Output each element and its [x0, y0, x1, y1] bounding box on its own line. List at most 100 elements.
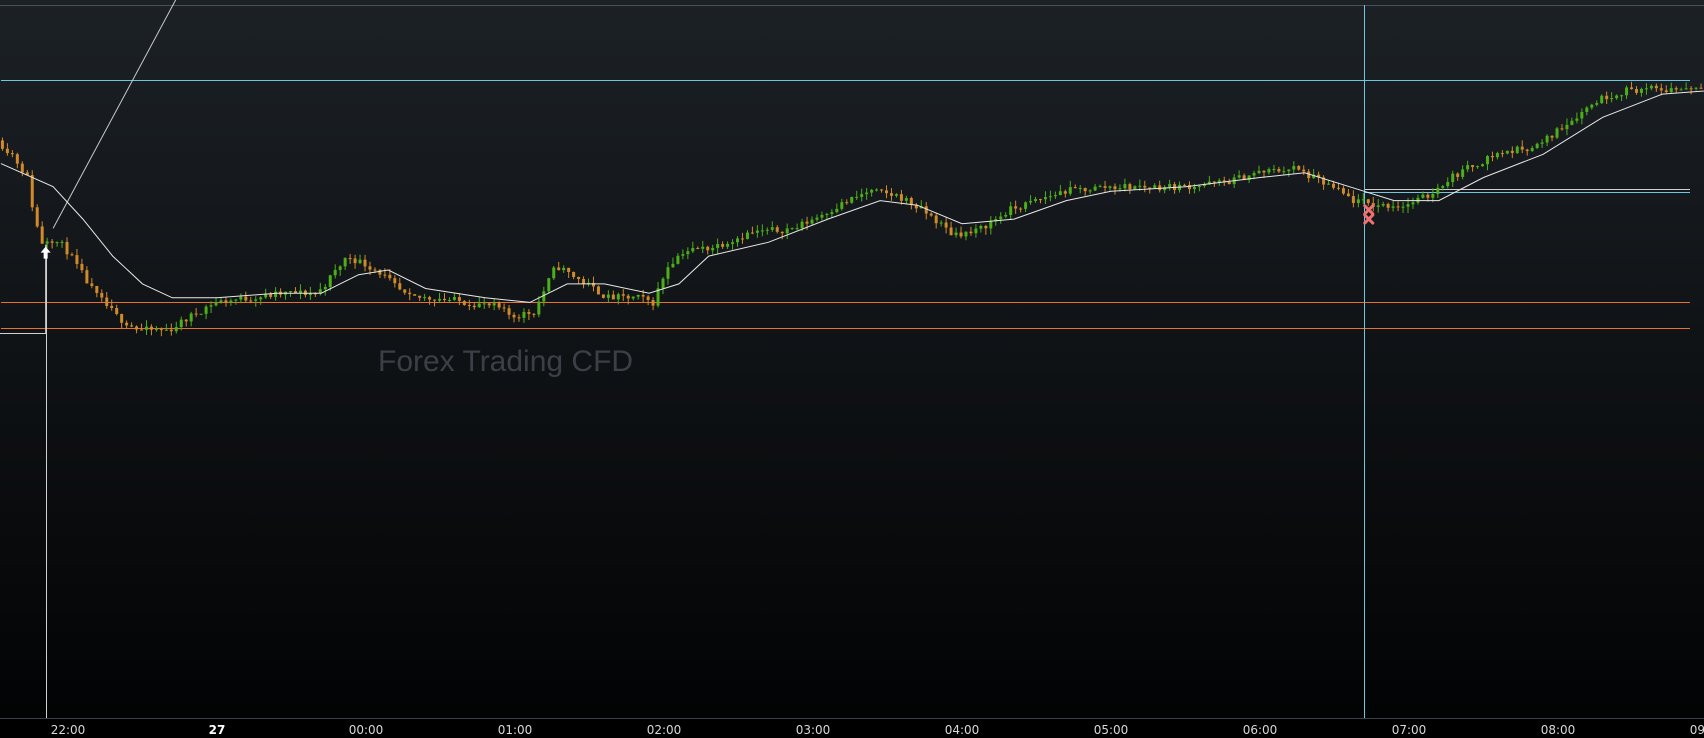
- candle-down: [582, 279, 586, 285]
- candle-up: [1461, 169, 1465, 177]
- candle-up: [1168, 184, 1172, 188]
- candle-down: [413, 294, 417, 296]
- candle-up: [274, 291, 278, 297]
- watermark-text: Forex Trading CFD: [378, 345, 633, 378]
- candle-up: [1088, 190, 1092, 192]
- candle-up: [1431, 194, 1435, 198]
- candle-down: [885, 190, 889, 194]
- candle-up: [1058, 191, 1062, 196]
- candle-up: [760, 230, 764, 232]
- candle-up: [1436, 187, 1440, 195]
- candle-up: [701, 246, 705, 249]
- candle-down: [1396, 206, 1400, 208]
- candle-up: [214, 302, 218, 306]
- candle-down: [1073, 187, 1077, 189]
- candle-down: [110, 305, 114, 309]
- candle-up: [1639, 88, 1643, 93]
- candle-down: [5, 148, 9, 154]
- candle-up: [1620, 95, 1624, 97]
- candle-down: [373, 269, 377, 271]
- candle-up: [323, 286, 327, 290]
- candle-up: [343, 258, 347, 267]
- candle-down: [1113, 186, 1117, 190]
- candle-down: [1471, 165, 1475, 168]
- candle-up: [1476, 166, 1480, 168]
- candle-up: [423, 297, 427, 299]
- candle-up: [1034, 199, 1038, 201]
- candle-up: [731, 242, 735, 244]
- candle-down: [1490, 156, 1494, 158]
- candle-up: [1282, 171, 1286, 173]
- candle-up: [55, 242, 59, 244]
- candle-up: [1272, 169, 1276, 171]
- candle-up: [482, 303, 486, 305]
- candle-up: [1575, 118, 1579, 121]
- candle-down: [1063, 191, 1067, 194]
- candle-down: [1510, 150, 1514, 153]
- candle-down: [591, 282, 595, 287]
- candle-down: [80, 263, 84, 271]
- candle-down: [1038, 199, 1042, 201]
- candle-up: [1252, 173, 1256, 176]
- time-tick-label: 00:00: [349, 723, 384, 737]
- candle-down: [557, 267, 561, 271]
- candle-down: [696, 248, 700, 250]
- candle-down: [750, 232, 754, 234]
- candle-up: [1451, 173, 1455, 183]
- candle-down: [457, 297, 461, 301]
- candle-down: [1699, 87, 1703, 89]
- candle-down: [959, 232, 963, 237]
- candle-up: [189, 313, 193, 322]
- candle-down: [224, 300, 228, 303]
- candle-down: [1212, 181, 1216, 183]
- candle-down: [95, 285, 99, 293]
- candle-down: [1659, 88, 1663, 91]
- time-tick-label: 22:00: [51, 723, 86, 737]
- candle-down: [1227, 181, 1231, 185]
- time-tick-label: 09:00: [1690, 723, 1704, 737]
- candle-up: [711, 247, 715, 251]
- candle-down: [944, 222, 948, 228]
- candle-down: [85, 270, 89, 284]
- price-chart[interactable]: Forex Trading CFD 22:00 27 00:00 01:00 02:00…: [0, 0, 1704, 738]
- candle-up: [870, 189, 874, 193]
- candle-down: [75, 255, 79, 264]
- candle-up: [1694, 87, 1698, 89]
- candle-up: [1237, 175, 1241, 178]
- candle-down: [611, 294, 615, 300]
- candle-up: [1495, 153, 1499, 158]
- candle-up: [1485, 156, 1489, 165]
- candle-up: [855, 196, 859, 198]
- candle-up: [835, 208, 839, 213]
- candle-up: [1197, 185, 1201, 188]
- candle-up: [661, 278, 665, 289]
- candle-down: [184, 319, 188, 322]
- candle-down: [1341, 188, 1345, 194]
- candle-up: [840, 202, 844, 209]
- candle-up: [1048, 196, 1052, 198]
- candle-down: [1525, 149, 1529, 152]
- candle-up: [547, 278, 551, 292]
- candle-down: [120, 314, 124, 323]
- candle-down: [472, 305, 476, 308]
- candle-down: [30, 175, 34, 208]
- candle-down: [467, 304, 471, 306]
- candle-up: [820, 214, 824, 218]
- candle-down: [388, 274, 392, 279]
- candle-up: [234, 299, 238, 301]
- candle-up: [785, 228, 789, 234]
- candle-down: [507, 308, 511, 315]
- candle-up: [1515, 146, 1519, 153]
- candle-up: [239, 296, 243, 300]
- candle-down: [159, 329, 163, 331]
- candle-up: [736, 238, 740, 243]
- candle-up: [562, 267, 566, 271]
- candle-down: [1689, 88, 1693, 90]
- candle-up: [616, 294, 620, 300]
- candle-up: [1446, 182, 1450, 187]
- candle-up: [1669, 88, 1673, 93]
- candle-up: [1540, 142, 1544, 144]
- chart-window[interactable]: Forex Trading CFD 22:00 27 00:00 01:00 02:00…: [0, 0, 1704, 738]
- time-tick-label: 02:00: [647, 723, 682, 737]
- candle-down: [889, 193, 893, 196]
